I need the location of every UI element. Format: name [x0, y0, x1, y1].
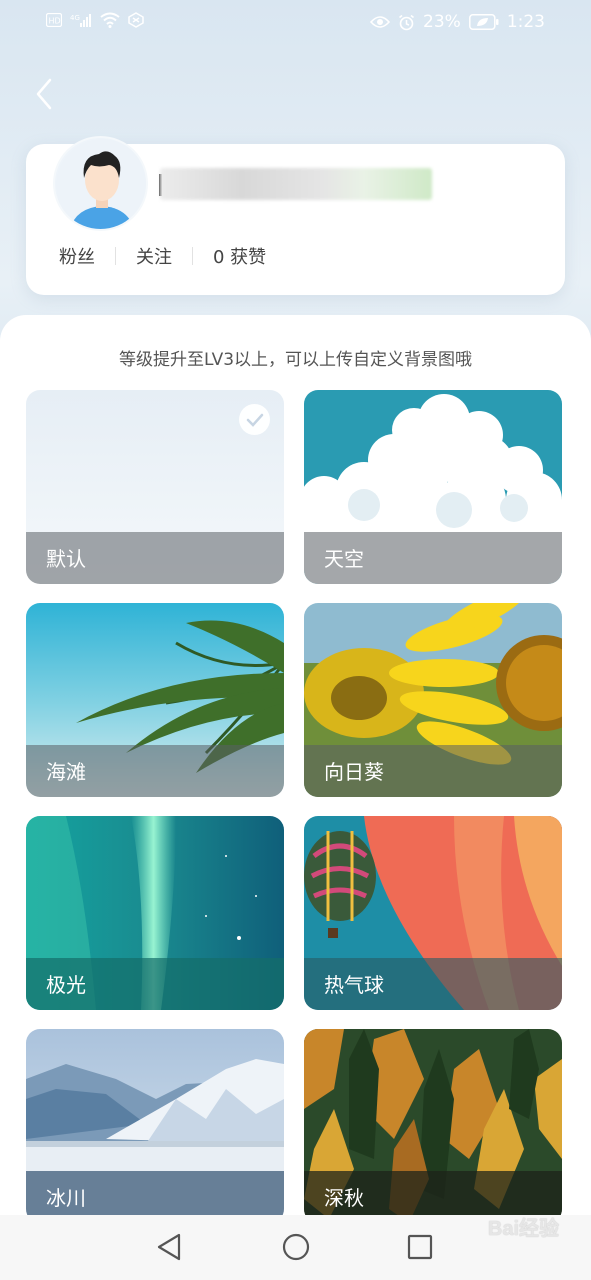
background-chooser-sheet: 等级提升至LV3以上，可以上传自定义背景图哦 默认 天空 海滩 向日葵 极光 热…	[0, 315, 591, 1223]
profile-card: 粉丝 关注 0 获赞	[26, 136, 565, 295]
wifi-icon	[100, 12, 120, 28]
stat-fans[interactable]: 粉丝	[59, 243, 115, 269]
svg-text:4G: 4G	[70, 14, 80, 22]
nav-back-button[interactable]	[155, 1232, 183, 1266]
tile-label: 默认	[46, 547, 86, 571]
tile-label: 海滩	[46, 760, 86, 784]
status-time: 1:23	[506, 12, 545, 32]
eye-icon	[370, 15, 391, 29]
tile-label: 极光	[46, 973, 86, 997]
signal-icon: 4G	[70, 12, 92, 28]
avatar-illustration	[56, 139, 146, 229]
tile-label: 冰川	[46, 1186, 86, 1210]
tile-label: 深秋	[324, 1186, 364, 1210]
alarm-icon	[398, 14, 415, 31]
tile-label: 向日葵	[324, 760, 384, 784]
recents-square-icon	[407, 1234, 433, 1260]
nav-recents-button[interactable]	[406, 1232, 434, 1266]
background-option-hot-air-balloon[interactable]: 热气球	[304, 816, 562, 1010]
background-option-default[interactable]: 默认	[26, 390, 284, 584]
battery-percent: 23%	[423, 12, 461, 32]
background-option-sky[interactable]: 天空	[304, 390, 562, 584]
home-circle-icon	[282, 1233, 310, 1261]
nav-home-button[interactable]	[281, 1232, 311, 1266]
back-triangle-icon	[157, 1233, 181, 1261]
baidu-watermark: Bai经验	[487, 1218, 559, 1240]
status-bar: HD 4G 23% 1:23	[0, 0, 591, 46]
background-option-late-autumn[interactable]: 深秋	[304, 1029, 562, 1223]
background-option-aurora[interactable]: 极光	[26, 816, 284, 1010]
nfc-icon	[128, 12, 144, 28]
battery-icon	[468, 14, 499, 30]
svg-text:HD: HD	[49, 17, 61, 26]
background-option-beach[interactable]: 海滩	[26, 603, 284, 797]
background-option-glacier[interactable]: 冰川	[26, 1029, 284, 1223]
stat-likes[interactable]: 0 获赞	[193, 243, 286, 269]
profile-stats: 粉丝 关注 0 获赞	[59, 243, 286, 269]
avatar[interactable]	[53, 136, 148, 231]
chevron-left-icon	[36, 78, 52, 110]
stat-following[interactable]: 关注	[116, 243, 192, 269]
selected-check-icon	[239, 404, 270, 435]
hd-icon: HD	[46, 13, 62, 27]
background-option-sunflower[interactable]: 向日葵	[304, 603, 562, 797]
tile-label: 天空	[324, 547, 364, 571]
back-button[interactable]	[30, 76, 60, 112]
username-blurred	[160, 168, 432, 200]
upgrade-hint: 等级提升至LV3以上，可以上传自定义背景图哦	[118, 350, 473, 370]
tile-label: 热气球	[324, 973, 384, 997]
